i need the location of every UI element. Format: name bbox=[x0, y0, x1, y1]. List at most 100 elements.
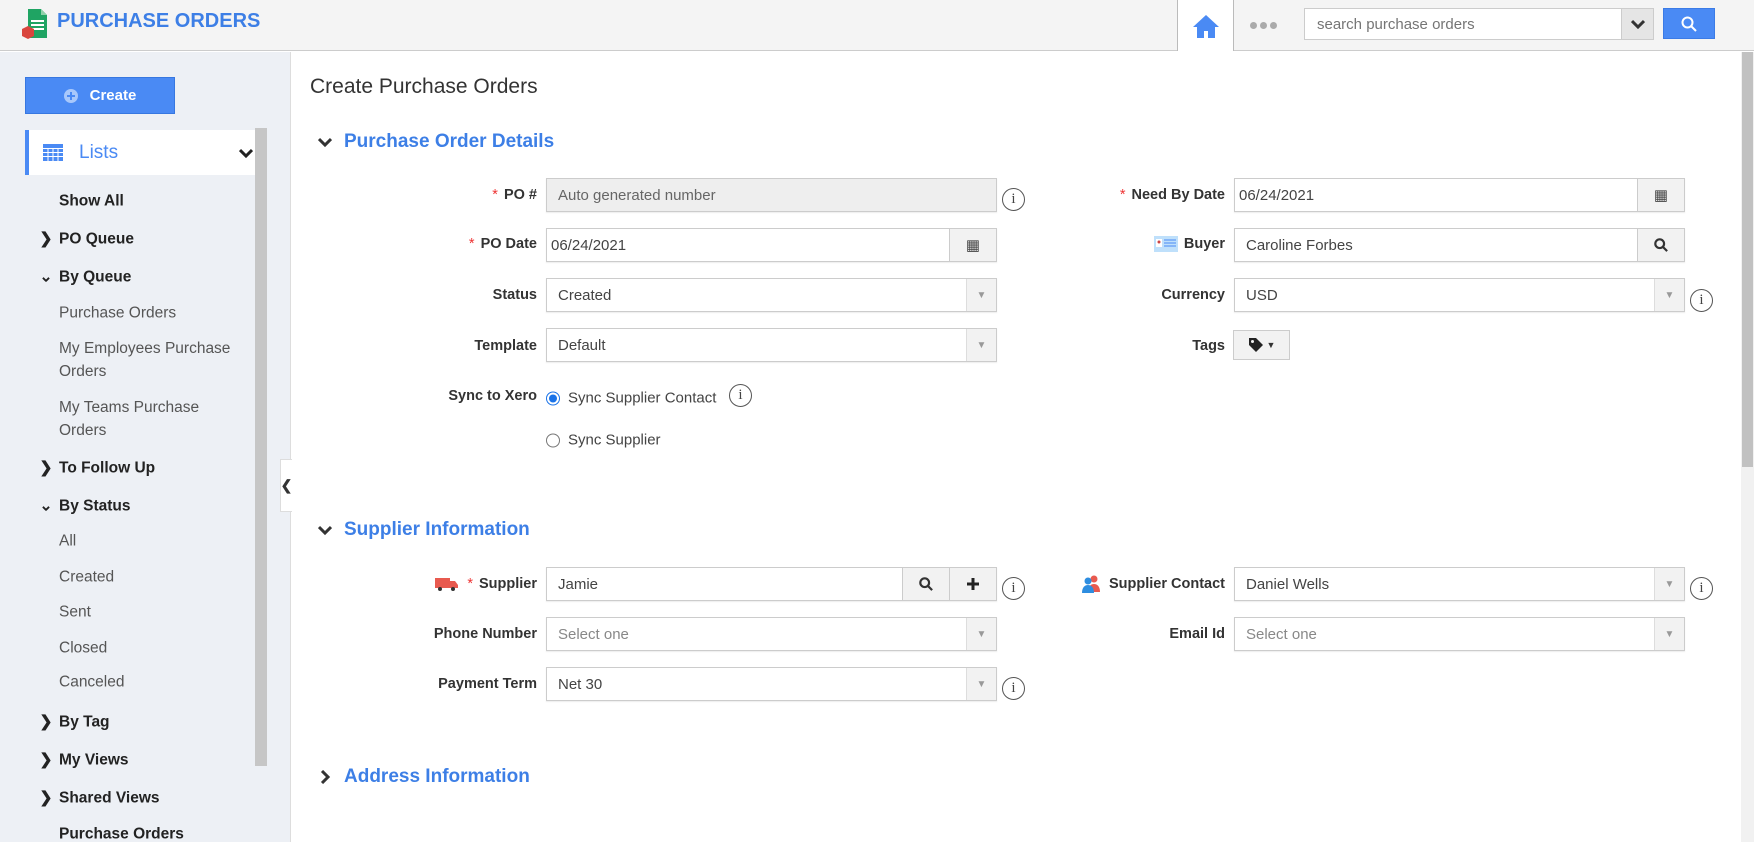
po-number-label: * PO # bbox=[492, 187, 537, 203]
payment-term-label: Payment Term bbox=[438, 676, 537, 692]
caret-down-icon: ▼ bbox=[966, 668, 996, 700]
supplier-field[interactable]: Jamie bbox=[546, 567, 997, 601]
info-icon[interactable]: i bbox=[1002, 577, 1025, 600]
sidebar-item-all[interactable]: All bbox=[59, 530, 76, 553]
calendar-grid-icon bbox=[43, 144, 63, 161]
chevron-right-icon: ❯ bbox=[39, 230, 53, 248]
plus-icon bbox=[967, 578, 979, 590]
chevron-down-icon: ⌄ bbox=[39, 497, 53, 515]
tags-dropdown-button[interactable]: ▼ bbox=[1233, 330, 1290, 360]
supplier-label: * Supplier bbox=[435, 576, 537, 592]
search-input[interactable] bbox=[1304, 8, 1622, 40]
info-icon[interactable]: i bbox=[1002, 188, 1025, 211]
calendar-icon[interactable]: ▦ bbox=[1637, 179, 1684, 211]
app-title[interactable]: PURCHASE ORDERS bbox=[57, 10, 260, 33]
phone-number-select[interactable]: Select one ▼ bbox=[546, 617, 997, 651]
supplier-contact-label: Supplier Contact bbox=[1081, 575, 1225, 593]
home-button[interactable] bbox=[1177, 0, 1234, 51]
chevron-right-icon bbox=[320, 770, 331, 784]
buyer-field[interactable]: Caroline Forbes bbox=[1234, 228, 1685, 262]
chevron-down-icon bbox=[1630, 19, 1645, 29]
sidebar-scrollbar[interactable] bbox=[255, 128, 267, 766]
collapse-sidebar-button[interactable]: ❮ bbox=[280, 459, 292, 512]
caret-down-icon: ▼ bbox=[1654, 279, 1684, 311]
status-label: Status bbox=[492, 287, 537, 303]
radio-sync-supplier[interactable]: Sync Supplier bbox=[546, 432, 661, 449]
sidebar-item-my-teams-po[interactable]: My Teams Purchase Orders bbox=[59, 396, 199, 442]
email-id-select[interactable]: Select one ▼ bbox=[1234, 617, 1685, 651]
phone-number-label: Phone Number bbox=[433, 626, 537, 642]
caret-down-icon: ▼ bbox=[1266, 340, 1276, 350]
currency-label: Currency bbox=[1161, 287, 1225, 303]
sidebar-item-purchase-orders-2[interactable]: Purchase Orders bbox=[59, 823, 184, 846]
search-filter-dropdown[interactable] bbox=[1622, 8, 1654, 40]
chevron-down-icon: ⌄ bbox=[39, 268, 53, 286]
sidebar-item-my-views[interactable]: ❯ My Views bbox=[40, 749, 129, 772]
chevron-left-icon: ❮ bbox=[280, 477, 293, 493]
chevron-down-icon bbox=[318, 525, 332, 536]
chevron-right-icon: ❯ bbox=[39, 713, 53, 731]
sidebar-item-by-status[interactable]: ⌄ By Status bbox=[40, 495, 131, 518]
caret-down-icon: ▼ bbox=[966, 618, 996, 650]
radio-sync-supplier-contact[interactable]: Sync Supplier Contact bbox=[546, 390, 716, 407]
add-supplier-button[interactable] bbox=[949, 568, 996, 600]
currency-select[interactable]: USD ▼ bbox=[1234, 278, 1685, 312]
sidebar-item-canceled[interactable]: Canceled bbox=[59, 671, 125, 694]
need-by-date-field[interactable]: 06/24/2021 ▦ bbox=[1234, 178, 1685, 212]
plus-circle-icon bbox=[63, 88, 78, 103]
chevron-right-icon: ❯ bbox=[39, 789, 53, 807]
caret-down-icon: ▼ bbox=[966, 329, 996, 361]
calendar-icon[interactable]: ▦ bbox=[949, 229, 996, 261]
info-icon[interactable]: i bbox=[1690, 577, 1713, 600]
sidebar-item-by-queue[interactable]: ⌄ By Queue bbox=[40, 266, 132, 289]
chevron-right-icon: ❯ bbox=[39, 751, 53, 769]
buyer-search-button[interactable] bbox=[1637, 229, 1684, 261]
tag-icon bbox=[1248, 338, 1263, 352]
sidebar-item-sent[interactable]: Sent bbox=[59, 601, 91, 624]
sidebar-lists-toggle[interactable]: Lists bbox=[25, 130, 255, 175]
section-purchase-order-details[interactable]: Purchase Order Details bbox=[318, 131, 554, 153]
caret-down-icon: ▼ bbox=[1654, 618, 1684, 650]
template-select[interactable]: Default ▼ bbox=[546, 328, 997, 362]
search-button[interactable] bbox=[1663, 8, 1715, 39]
section-supplier-information[interactable]: Supplier Information bbox=[318, 519, 530, 541]
sidebar-item-by-tag[interactable]: ❯ By Tag bbox=[40, 711, 110, 734]
supplier-contact-select[interactable]: Daniel Wells ▼ bbox=[1234, 567, 1685, 601]
info-icon[interactable]: i bbox=[1690, 289, 1713, 312]
home-icon bbox=[1192, 14, 1219, 38]
po-date-field[interactable]: 06/24/2021 ▦ bbox=[546, 228, 997, 262]
po-number-field: Auto generated number bbox=[546, 178, 997, 212]
top-header: PURCHASE ORDERS bbox=[0, 0, 1754, 51]
po-date-label: * PO Date bbox=[468, 236, 537, 252]
lists-label: Lists bbox=[79, 141, 119, 163]
chevron-down-icon bbox=[239, 148, 253, 158]
chevron-right-icon: ❯ bbox=[39, 459, 53, 477]
page-scrollbar-thumb[interactable] bbox=[1742, 52, 1753, 467]
supplier-search-button[interactable] bbox=[902, 568, 949, 600]
chevron-down-icon bbox=[318, 137, 332, 148]
need-by-date-label: * Need By Date bbox=[1119, 187, 1225, 203]
contacts-icon bbox=[1081, 575, 1100, 593]
email-id-label: Email Id bbox=[1169, 626, 1225, 642]
search-icon bbox=[1681, 16, 1697, 32]
payment-term-select[interactable]: Net 30 ▼ bbox=[546, 667, 997, 701]
sidebar-item-my-employees-po[interactable]: My Employees Purchase Orders bbox=[59, 337, 230, 383]
sidebar-item-show-all[interactable]: Show All bbox=[59, 190, 124, 213]
info-icon[interactable]: i bbox=[729, 384, 752, 407]
create-button[interactable]: Create bbox=[25, 77, 175, 114]
sidebar-item-shared-views[interactable]: ❯ Shared Views bbox=[40, 787, 160, 810]
truck-icon bbox=[435, 578, 459, 591]
create-label: Create bbox=[89, 87, 137, 104]
sidebar-item-purchase-orders[interactable]: Purchase Orders bbox=[59, 302, 176, 325]
more-options-button[interactable] bbox=[1238, 14, 1288, 36]
sidebar-item-po-queue[interactable]: ❯ PO Queue bbox=[40, 228, 134, 251]
sidebar-item-created[interactable]: Created bbox=[59, 566, 114, 589]
sidebar-item-closed[interactable]: Closed bbox=[59, 637, 107, 660]
tags-label: Tags bbox=[1192, 338, 1225, 354]
status-select[interactable]: Created ▼ bbox=[546, 278, 997, 312]
search-icon bbox=[1654, 238, 1668, 252]
info-icon[interactable]: i bbox=[1002, 677, 1025, 700]
section-address-information[interactable]: Address Information bbox=[318, 766, 530, 788]
page-title: Create Purchase Orders bbox=[310, 75, 538, 98]
sidebar-item-to-follow-up[interactable]: ❯ To Follow Up bbox=[40, 457, 156, 480]
